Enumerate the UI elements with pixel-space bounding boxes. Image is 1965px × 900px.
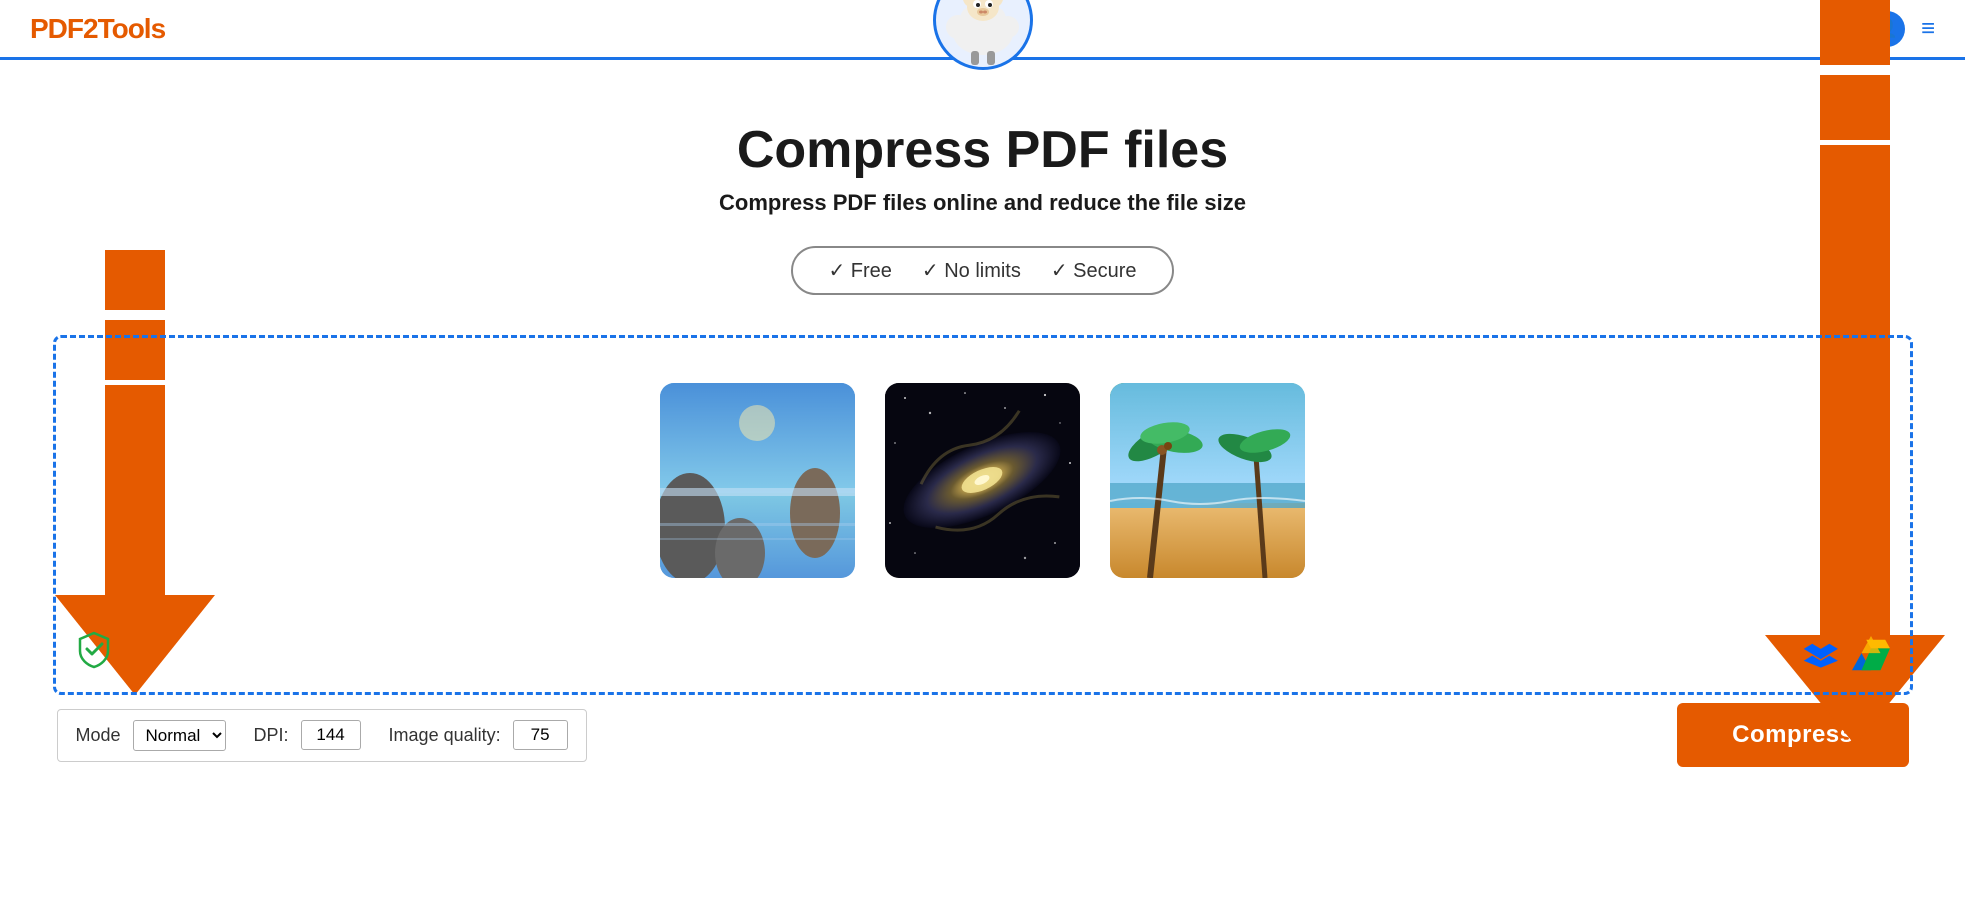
thumbnail-galaxy (885, 383, 1080, 578)
coastal-image (660, 383, 855, 578)
user-avatar-symbol: 👤 (1876, 18, 1898, 39)
shield-icon (74, 629, 114, 669)
cloud-upload-icons[interactable] (1802, 636, 1890, 674)
user-icon[interactable]: 👤 (1869, 11, 1905, 47)
thumbnail-coastal (660, 383, 855, 578)
dropbox-icon[interactable] (1802, 636, 1840, 674)
drop-zone[interactable] (53, 335, 1913, 695)
header-right: 👤 ≡ (1869, 11, 1935, 47)
logo-accent: 2 (83, 13, 98, 44)
bottom-toolbar: Mode Normal High Low DPI: Image quality:… (53, 703, 1913, 767)
quality-label: Image quality: (389, 725, 501, 746)
arrow-square-top (105, 250, 165, 310)
security-icon-area (74, 629, 114, 674)
beach-image (1110, 383, 1305, 578)
thumbnail-beach (1110, 383, 1305, 578)
mascot-svg (938, 0, 1028, 65)
mode-select[interactable]: Normal High Low (133, 720, 226, 751)
gdrive-icon[interactable] (1852, 636, 1890, 674)
mode-label: Mode (76, 725, 121, 746)
dpi-input[interactable] (301, 720, 361, 750)
mode-section: Mode Normal High Low DPI: Image quality: (57, 709, 587, 762)
dpi-label: DPI: (254, 725, 289, 746)
arrow-square-right-mid (1820, 75, 1890, 140)
features-badge: ✓ Free ✓ No limits ✓ Secure (791, 246, 1173, 295)
site-logo[interactable]: PDF2Tools (30, 13, 165, 45)
compress-button[interactable]: Compress (1677, 703, 1908, 767)
feature-free: ✓ Free (828, 258, 891, 283)
feature-nolimits: ✓ No limits (922, 258, 1021, 283)
pdf-thumbnails (660, 383, 1305, 578)
logo-suffix: Tools (98, 13, 166, 44)
page-subtitle: Compress PDF files online and reduce the… (719, 190, 1246, 216)
main-content: Compress PDF files Compress PDF files on… (0, 60, 1965, 787)
logo-text: PDF (30, 13, 83, 44)
feature-secure: ✓ Secure (1051, 258, 1137, 283)
header: PDF2Tools (0, 0, 1965, 60)
quality-input[interactable] (513, 720, 568, 750)
page-title: Compress PDF files (737, 120, 1228, 180)
galaxy-image (885, 383, 1080, 578)
menu-icon[interactable]: ≡ (1921, 15, 1935, 43)
